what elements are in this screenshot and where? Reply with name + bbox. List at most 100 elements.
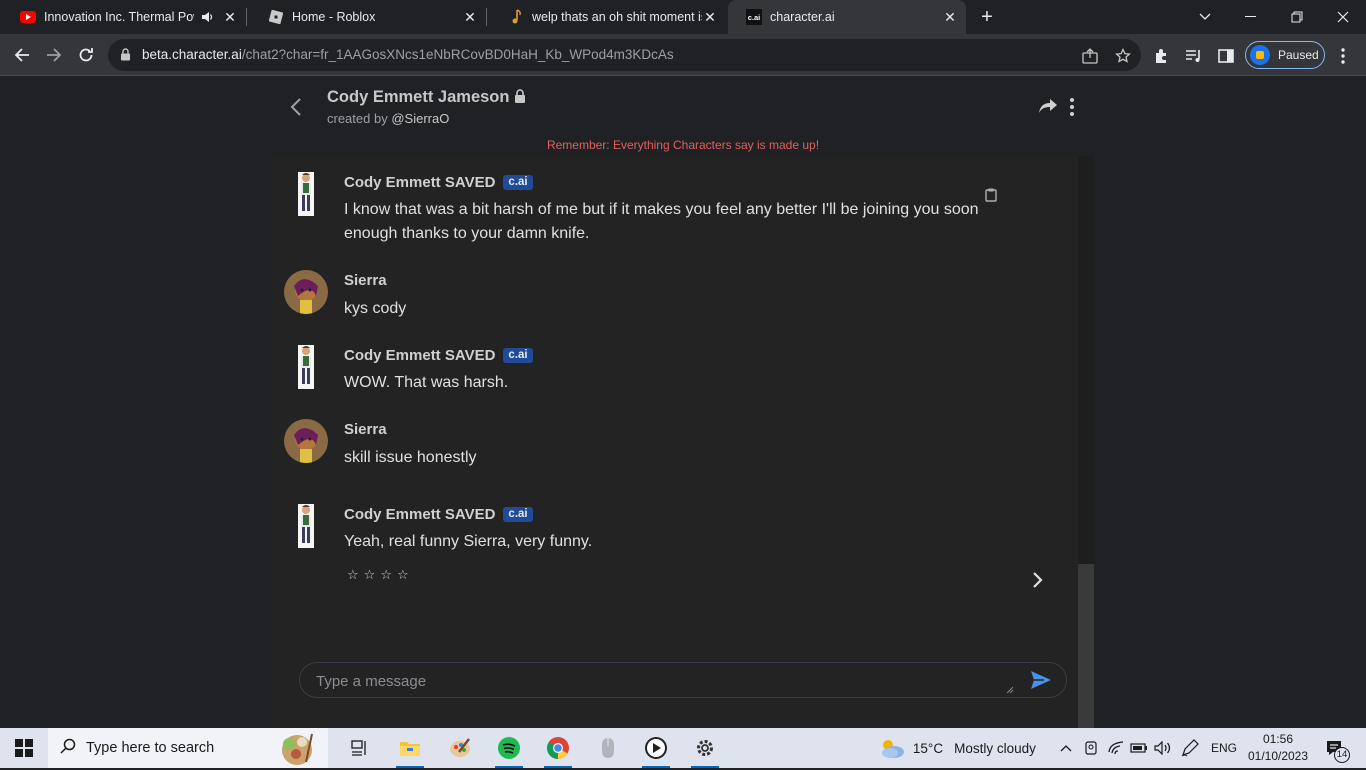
media-player-icon[interactable]: [638, 728, 674, 768]
ai-badge: c.ai: [503, 348, 533, 363]
close-tab-icon[interactable]: ✕: [702, 9, 718, 25]
extensions-icon[interactable]: [1152, 46, 1172, 66]
forward-button[interactable]: [41, 42, 67, 68]
scroll-thumb[interactable]: [1078, 564, 1094, 732]
star-icon[interactable]: ☆: [380, 567, 392, 583]
close-tab-icon[interactable]: ✕: [462, 9, 478, 25]
share-page-icon[interactable]: [1081, 47, 1099, 65]
star-icon[interactable]: ☆: [397, 567, 409, 583]
url-host: beta.character.ai: [142, 47, 242, 62]
close-tab-icon[interactable]: ✕: [942, 9, 958, 25]
back-arrow-icon[interactable]: [290, 97, 302, 122]
character-avatar[interactable]: [284, 504, 328, 548]
pen-icon[interactable]: [1179, 728, 1201, 768]
spotify-icon[interactable]: [491, 728, 527, 768]
character-ai-icon: c.ai: [746, 9, 762, 25]
wifi-icon[interactable]: [1107, 728, 1125, 768]
reload-button[interactable]: [73, 42, 99, 68]
next-response-icon[interactable]: [1032, 571, 1044, 594]
message-sender: Cody Emmett SAVED c.ai: [344, 347, 533, 364]
star-icon[interactable]: ☆: [347, 567, 359, 583]
sender-name: Cody Emmett SAVED: [344, 506, 496, 523]
address-bar[interactable]: beta.character.ai/chat2?char=fr_1AAGosXN…: [108, 39, 1141, 71]
media-control-icon[interactable]: [1184, 46, 1204, 66]
clock-date: 01/10/2023: [1247, 749, 1309, 763]
tab-strip: Innovation Inc. Thermal Pow ✕ Home - Rob…: [0, 0, 1366, 34]
more-options-icon[interactable]: [1070, 98, 1074, 121]
tab-character-ai[interactable]: c.ai character.ai ✕: [728, 0, 966, 34]
resize-handle-icon[interactable]: [1006, 681, 1014, 699]
new-tab-button[interactable]: +: [976, 6, 998, 28]
chrome-menu-icon[interactable]: [1333, 46, 1353, 66]
file-explorer-icon[interactable]: [392, 728, 428, 768]
notification-count: 14: [1334, 747, 1350, 763]
url-path: /chat2?char=fr_1AAGosXNcs1eNbRCovBD0HaH_…: [241, 47, 674, 62]
audio-playing-icon[interactable]: [200, 10, 214, 27]
meet-now-icon[interactable]: [1083, 728, 1099, 768]
show-hidden-icons-icon[interactable]: [1058, 728, 1074, 768]
tab-roblox[interactable]: Home - Roblox ✕: [250, 0, 486, 34]
share-icon[interactable]: [1038, 98, 1058, 119]
paint-icon[interactable]: [442, 728, 478, 768]
sender-name: Cody Emmett SAVED: [344, 347, 496, 364]
character-avatar[interactable]: [284, 172, 328, 216]
close-tab-icon[interactable]: ✕: [222, 9, 238, 25]
star-icon[interactable]: ☆: [364, 567, 376, 583]
volume-icon[interactable]: [1153, 728, 1173, 768]
profile-button[interactable]: Paused: [1245, 41, 1325, 69]
tab-title: Innovation Inc. Thermal Pow: [44, 10, 194, 24]
tab-search-button[interactable]: [1182, 0, 1228, 34]
system-clock[interactable]: 01:56 01/10/2023: [1244, 731, 1312, 765]
weather-cloudy-icon[interactable]: [876, 728, 908, 768]
task-view-icon[interactable]: [346, 728, 374, 768]
chat-header: Cody Emmett Jameson created by @SierraO: [272, 77, 1094, 137]
message-input[interactable]: [316, 669, 996, 693]
bookmark-star-icon[interactable]: [1114, 47, 1132, 65]
back-button[interactable]: [9, 42, 35, 68]
disclaimer-text: Remember: Everything Characters say is m…: [546, 138, 820, 152]
lock-icon[interactable]: [120, 48, 131, 66]
creator-line: created by @SierraO: [327, 111, 449, 126]
weather-temp[interactable]: 15°C: [910, 728, 946, 768]
roblox-icon: [268, 9, 284, 25]
message-sender: Sierra: [344, 272, 387, 289]
message-text: WOW. That was harsh.: [344, 374, 509, 391]
tab-welp[interactable]: welp thats an oh shit moment is ✕: [490, 0, 726, 34]
page-content: Cody Emmett Jameson created by @SierraO …: [0, 77, 1366, 732]
side-panel-icon[interactable]: [1216, 46, 1236, 66]
tab-title: Home - Roblox: [292, 10, 376, 24]
tab-title: character.ai: [770, 10, 835, 24]
chat-scrollbar[interactable]: [1078, 156, 1094, 732]
url-text[interactable]: beta.character.ai/chat2?char=fr_1AAGosXN…: [142, 47, 674, 62]
minimize-button[interactable]: [1228, 0, 1274, 34]
user-avatar[interactable]: [284, 270, 328, 314]
chrome-icon[interactable]: [540, 728, 576, 768]
battery-icon[interactable]: [1129, 728, 1149, 768]
start-button[interactable]: [0, 728, 48, 768]
music-note-icon: [508, 9, 524, 25]
close-window-button[interactable]: [1320, 0, 1366, 34]
sender-name: Sierra: [344, 272, 387, 289]
character-avatar[interactable]: [284, 345, 328, 389]
restore-button[interactable]: [1274, 0, 1320, 34]
tab-youtube[interactable]: Innovation Inc. Thermal Pow ✕: [2, 0, 246, 34]
send-icon[interactable]: [1030, 670, 1052, 695]
tab-title: welp thats an oh shit moment is: [532, 10, 702, 24]
mouse-app-icon[interactable]: [590, 728, 626, 768]
message-input-container: [299, 662, 1067, 698]
character-name[interactable]: Cody Emmett Jameson: [327, 88, 509, 107]
creator-link[interactable]: @SierraO: [391, 111, 449, 126]
input-language[interactable]: ENG: [1205, 728, 1243, 768]
user-avatar[interactable]: [284, 419, 328, 463]
clock-time: 01:56: [1262, 732, 1294, 746]
youtube-icon: [20, 9, 36, 25]
notification-center-icon[interactable]: 14: [1318, 728, 1352, 768]
private-lock-icon: [514, 89, 526, 109]
taskbar-search[interactable]: Type here to search: [48, 728, 328, 768]
settings-gear-icon[interactable]: [687, 728, 723, 768]
search-highlight-icon[interactable]: [272, 730, 322, 770]
message-text: Yeah, real funny Sierra, very funny.: [344, 533, 593, 550]
rating-stars: ☆ ☆ ☆ ☆: [347, 567, 409, 583]
weather-description[interactable]: Mostly cloudy: [950, 728, 1040, 768]
ai-badge: c.ai: [503, 507, 533, 522]
